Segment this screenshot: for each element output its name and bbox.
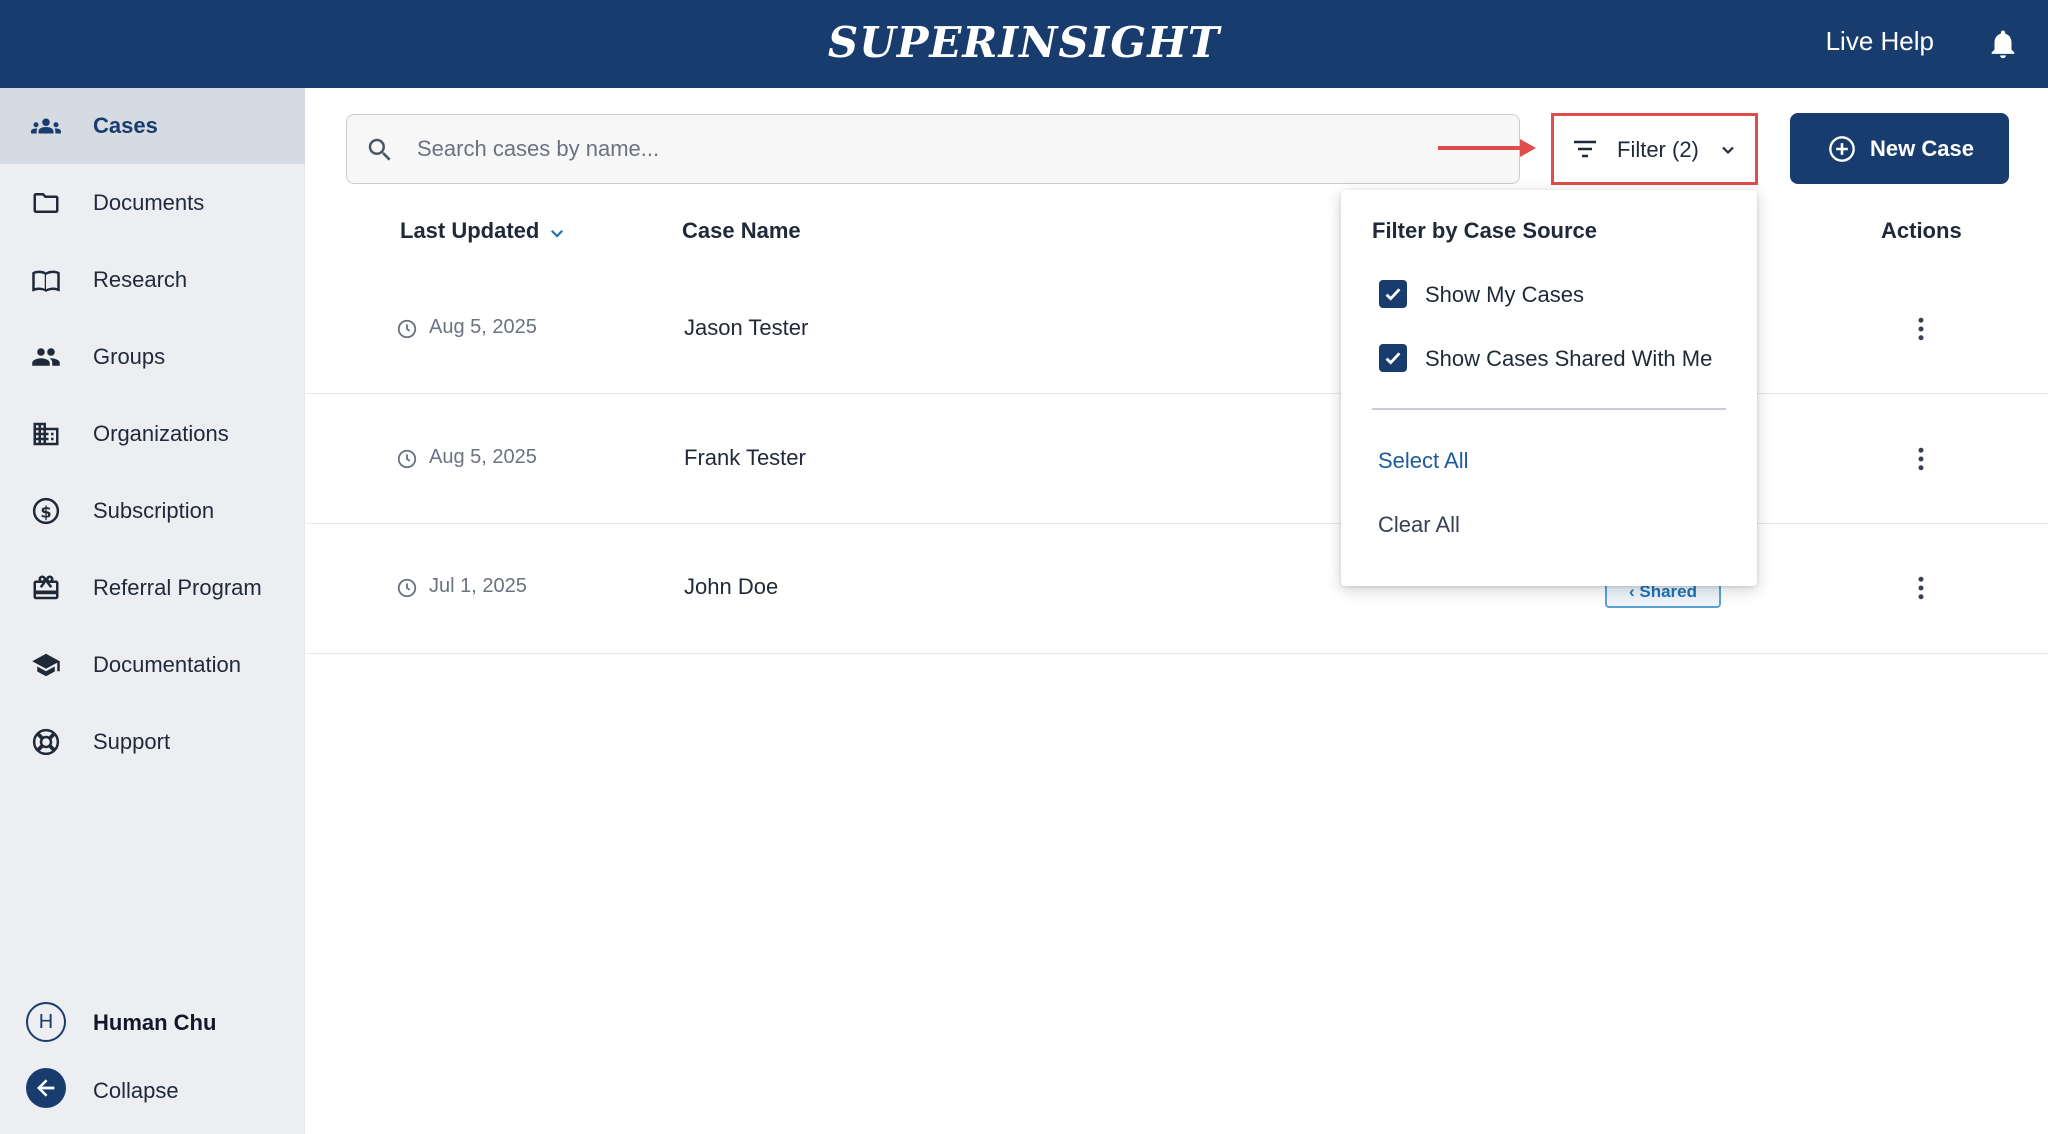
case-date: Jul 1, 2025: [429, 575, 527, 597]
sort-chevron-down-icon[interactable]: [548, 224, 566, 242]
folder-icon: [33, 193, 59, 213]
live-help-link[interactable]: Live Help: [1826, 26, 1934, 57]
more-vertical-icon[interactable]: [1906, 571, 1936, 605]
new-case-button[interactable]: New Case: [1790, 113, 2009, 184]
sidebar-item-groups[interactable]: Groups: [0, 319, 305, 395]
sidebar-item-label: Support: [93, 729, 171, 754]
dollar-circle-icon: $: [32, 497, 60, 525]
graduation-cap-icon: [32, 653, 60, 677]
checkbox-checked-icon: [1379, 344, 1407, 372]
more-vertical-icon[interactable]: [1906, 442, 1936, 476]
sidebar-item-documentation[interactable]: Documentation: [0, 627, 305, 703]
sidebar-item-organizations[interactable]: Organizations: [0, 396, 305, 472]
user-profile[interactable]: H Human Chu: [0, 988, 305, 1048]
collapse-button[interactable]: Collapse: [0, 1048, 305, 1132]
filter-dropdown: Filter by Case Source Show My Cases Show…: [1341, 190, 1757, 586]
svg-text:$: $: [40, 502, 51, 521]
filter-label: Filter (2): [1617, 137, 1699, 162]
case-name[interactable]: Jason Tester: [684, 315, 808, 341]
bell-icon[interactable]: [1986, 26, 2020, 62]
sidebar-item-referral-program[interactable]: Referral Program: [0, 550, 305, 626]
sidebar-item-label: Documents: [93, 190, 205, 215]
group-icon: [32, 348, 60, 366]
more-vertical-icon[interactable]: [1906, 312, 1936, 346]
filter-button[interactable]: Filter (2): [1551, 113, 1758, 185]
show-my-cases-checkbox[interactable]: Show My Cases: [1379, 274, 1739, 314]
sidebar-item-subscription[interactable]: $ Subscription: [0, 473, 305, 549]
new-case-label: New Case: [1870, 136, 1974, 161]
gift-card-icon: [33, 575, 59, 600]
case-date: Aug 5, 2025: [429, 446, 537, 468]
table-row[interactable]: Jul 1, 2025 John Doe: [306, 524, 2048, 654]
search-bar: [346, 114, 1520, 184]
case-name[interactable]: Frank Tester: [684, 445, 806, 471]
people-group-icon: [31, 118, 61, 134]
show-shared-cases-checkbox[interactable]: Show Cases Shared With Me: [1379, 338, 1739, 378]
column-header-last-updated[interactable]: Last Updated: [400, 218, 539, 244]
checkbox-label: Show My Cases: [1425, 282, 1584, 307]
building-icon: [33, 422, 59, 446]
table-row[interactable]: Aug 5, 2025 Jason Tester: [306, 264, 2048, 394]
top-bar: SUPERINSIGHT Live Help: [0, 0, 2048, 88]
sidebar-item-label: Organizations: [93, 421, 229, 446]
sidebar-item-documents[interactable]: Documents: [0, 165, 305, 241]
dropdown-title: Filter by Case Source: [1372, 218, 1597, 243]
chevron-down-icon: [1722, 146, 1734, 155]
clock-icon: [397, 449, 417, 469]
avatar: H: [26, 1002, 66, 1042]
case-name[interactable]: John Doe: [684, 574, 778, 600]
checkbox-label: Show Cases Shared With Me: [1425, 346, 1713, 371]
sidebar-item-research[interactable]: Research: [0, 242, 305, 318]
sidebar-item-label: Research: [93, 267, 188, 292]
collapse-label: Collapse: [93, 1078, 179, 1103]
arrow-left-icon: [26, 1068, 66, 1108]
user-name: Human Chu: [93, 1010, 217, 1035]
sidebar-item-label: Subscription: [93, 498, 215, 523]
open-book-icon: [32, 270, 60, 292]
column-header-case-name[interactable]: Case Name: [682, 218, 801, 244]
column-header-actions: Actions: [1881, 218, 1962, 243]
sidebar: Cases Documents Research Groups Organiza…: [0, 88, 305, 1134]
sidebar-item-label: Documentation: [93, 652, 241, 677]
table-row[interactable]: Aug 5, 2025 Frank Tester: [306, 394, 2048, 524]
filter-icon: [1574, 140, 1596, 158]
search-icon: [368, 138, 391, 161]
clear-all-button[interactable]: Clear All: [1378, 512, 1460, 538]
sidebar-item-support[interactable]: Support: [0, 704, 305, 780]
add-circle-icon: [1829, 136, 1855, 162]
select-all-button[interactable]: Select All: [1378, 448, 1469, 474]
annotation-arrow-icon: [1438, 139, 1536, 157]
clock-icon: [397, 319, 417, 339]
dropdown-divider: [1372, 408, 1726, 410]
sidebar-item-label: Referral Program: [93, 575, 262, 600]
case-date: Aug 5, 2025: [429, 316, 537, 338]
sidebar-item-label: Groups: [93, 344, 166, 369]
sidebar-item-cases[interactable]: Cases: [0, 88, 305, 164]
search-input[interactable]: [417, 127, 1497, 171]
sidebar-item-label: Cases: [93, 113, 158, 138]
lifebuoy-icon: [32, 728, 60, 756]
checkbox-checked-icon: [1379, 280, 1407, 308]
app-logo[interactable]: SUPERINSIGHT: [0, 18, 2048, 67]
clock-icon: [397, 578, 417, 598]
